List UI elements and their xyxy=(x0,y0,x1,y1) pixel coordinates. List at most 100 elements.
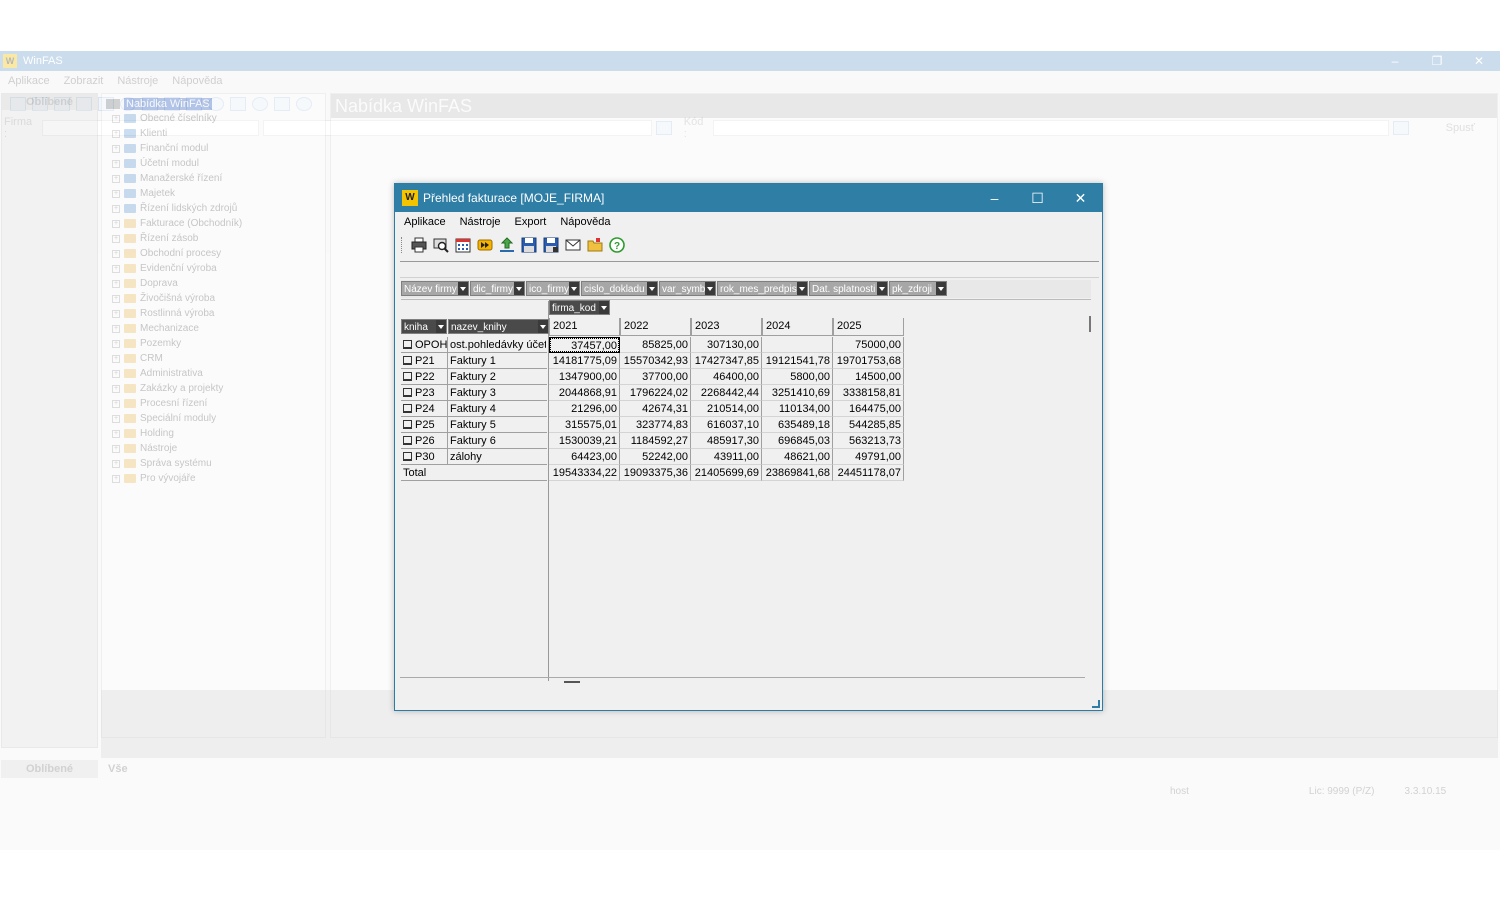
tree-item[interactable]: + Nástroje xyxy=(106,441,321,456)
collapse-icon[interactable] xyxy=(403,372,412,381)
collapse-icon[interactable] xyxy=(403,420,412,429)
expand-icon[interactable]: + xyxy=(112,249,120,258)
expand-icon[interactable]: + xyxy=(112,144,120,153)
row-field-kniha[interactable]: kniha xyxy=(401,319,447,334)
tree-item[interactable]: + Pozemky xyxy=(106,336,321,351)
expand-icon[interactable]: + xyxy=(112,354,120,363)
row-label[interactable]: OPOH ost.pohledávky účetn xyxy=(401,337,547,353)
filter-field-cislo-dokladu[interactable]: cislo_dokladu xyxy=(581,281,658,296)
tree-item[interactable]: + Procesní řízení xyxy=(106,396,321,411)
filter-field-pk-zdroji[interactable]: pk_zdroji xyxy=(889,281,947,296)
expand-icon[interactable]: + xyxy=(112,429,120,438)
expand-icon[interactable]: + xyxy=(112,279,120,288)
collapse-icon[interactable] xyxy=(403,436,412,445)
expand-icon[interactable]: + xyxy=(112,384,120,393)
tree-item[interactable]: + Fakturace (Obchodník) xyxy=(106,216,321,231)
total-cell[interactable]: 21405699,69 xyxy=(691,465,762,481)
collapse-icon[interactable] xyxy=(403,340,412,349)
dropdown-icon[interactable] xyxy=(647,282,657,295)
expand-icon[interactable]: + xyxy=(112,474,120,483)
main-menu-napoveda[interactable]: Nápověda xyxy=(172,75,222,87)
data-cell[interactable]: 616037,10 xyxy=(691,417,762,433)
tree-item[interactable]: + Klienti xyxy=(106,126,321,141)
maximize-icon[interactable]: ☐ xyxy=(1016,184,1059,212)
tree-item[interactable]: + Majetek xyxy=(106,186,321,201)
tree-item[interactable]: + Řízení zásob xyxy=(106,231,321,246)
row-label[interactable]: P30 zálohy xyxy=(401,449,547,465)
tree-item[interactable]: + Evidenční výroba xyxy=(106,261,321,276)
expand-icon[interactable]: + xyxy=(112,324,120,333)
filter-field-ico-firmy[interactable]: ico_firmy xyxy=(526,281,580,296)
collapse-icon[interactable] xyxy=(403,388,412,397)
data-cell[interactable]: 21296,00 xyxy=(549,401,620,417)
expand-icon[interactable]: + xyxy=(112,369,120,378)
total-row-label[interactable]: Total xyxy=(401,465,547,481)
data-cell[interactable]: 2044868,91 xyxy=(549,385,620,401)
print-preview-icon[interactable] xyxy=(431,236,450,255)
expand-icon[interactable]: + xyxy=(112,189,120,198)
data-cell[interactable]: 210514,00 xyxy=(691,401,762,417)
menu-napoveda[interactable]: Nápověda xyxy=(560,216,610,228)
data-cell[interactable]: 485917,30 xyxy=(691,433,762,449)
tree-item[interactable]: + Doprava xyxy=(106,276,321,291)
data-cell[interactable]: 15570342,93 xyxy=(620,353,691,369)
data-cell[interactable]: 17427347,85 xyxy=(691,353,762,369)
tree-item[interactable]: + Rostlinná výroba xyxy=(106,306,321,321)
data-cell[interactable]: 49791,00 xyxy=(833,449,904,465)
menu-nastroje[interactable]: Nástroje xyxy=(460,216,501,228)
data-cell[interactable]: 1796224,02 xyxy=(620,385,691,401)
data-cell[interactable]: 1530039,21 xyxy=(549,433,620,449)
tree-item[interactable]: + Správa systému xyxy=(106,456,321,471)
expand-icon[interactable]: + xyxy=(112,159,120,168)
data-cell[interactable]: 37700,00 xyxy=(620,369,691,385)
column-header-year[interactable]: 2022 xyxy=(620,318,691,336)
tree-item[interactable]: + Manažerské řízení xyxy=(106,171,321,186)
column-field-firma-kod[interactable]: firma_kod xyxy=(549,300,610,315)
tree-item[interactable]: + Finanční modul xyxy=(106,141,321,156)
data-cell[interactable]: 5800,00 xyxy=(762,369,833,385)
expand-icon[interactable]: + xyxy=(112,309,120,318)
total-cell[interactable]: 19543334,22 xyxy=(549,465,620,481)
tree-item[interactable]: + Účetní modul xyxy=(106,156,321,171)
expand-icon[interactable]: + xyxy=(112,444,120,453)
row-label[interactable]: P23 Faktury 3 xyxy=(401,385,547,401)
tree-item[interactable]: + Pro vývojáře xyxy=(106,471,321,486)
filter-field-nazev-firmy[interactable]: Název firmy xyxy=(401,281,469,296)
main-menu-aplikace[interactable]: Aplikace xyxy=(8,75,50,87)
mail-icon[interactable] xyxy=(563,236,582,255)
total-cell[interactable]: 19093375,36 xyxy=(620,465,691,481)
main-menu-nastroje[interactable]: Nástroje xyxy=(117,75,158,87)
tree-item[interactable]: + Řízení lidských zdrojů xyxy=(106,201,321,216)
column-header-year[interactable]: 2023 xyxy=(691,318,762,336)
data-cell[interactable]: 52242,00 xyxy=(620,449,691,465)
data-cell[interactable]: 64423,00 xyxy=(549,449,620,465)
scroll-thumb[interactable] xyxy=(1089,316,1091,332)
tab-vse[interactable]: Vše xyxy=(108,763,128,775)
tree-item[interactable]: + Holding xyxy=(106,426,321,441)
data-cell[interactable]: 544285,85 xyxy=(833,417,904,433)
data-cell[interactable]: 14500,00 xyxy=(833,369,904,385)
expand-icon[interactable]: + xyxy=(112,174,120,183)
save-icon[interactable] xyxy=(519,236,538,255)
dropdown-icon[interactable] xyxy=(436,320,446,333)
data-cell[interactable]: 37457,00 xyxy=(549,337,620,353)
dropdown-icon[interactable] xyxy=(538,320,548,333)
tree-item[interactable]: + Mechanizace xyxy=(106,321,321,336)
data-cell[interactable]: 1347900,00 xyxy=(549,369,620,385)
expand-icon[interactable]: + xyxy=(112,264,120,273)
data-cell[interactable]: 1184592,27 xyxy=(620,433,691,449)
dropdown-icon[interactable] xyxy=(514,282,524,295)
collapse-icon[interactable] xyxy=(403,452,412,461)
filter-field-rok-mes-predpis[interactable]: rok_mes_predpis xyxy=(717,281,808,296)
data-cell[interactable]: 696845,03 xyxy=(762,433,833,449)
filter-field-var-symb[interactable]: var_symb xyxy=(659,281,716,296)
help-icon[interactable]: ? xyxy=(607,236,626,255)
minimize-icon[interactable]: – xyxy=(973,184,1016,212)
collapse-icon[interactable] xyxy=(403,404,412,413)
print-icon[interactable] xyxy=(409,236,428,255)
data-cell[interactable]: 85825,00 xyxy=(620,337,691,353)
data-cell[interactable]: 43911,00 xyxy=(691,449,762,465)
close-icon[interactable]: ✕ xyxy=(1059,184,1102,212)
expand-icon[interactable]: + xyxy=(112,204,120,213)
total-cell[interactable]: 24451178,07 xyxy=(833,465,904,481)
